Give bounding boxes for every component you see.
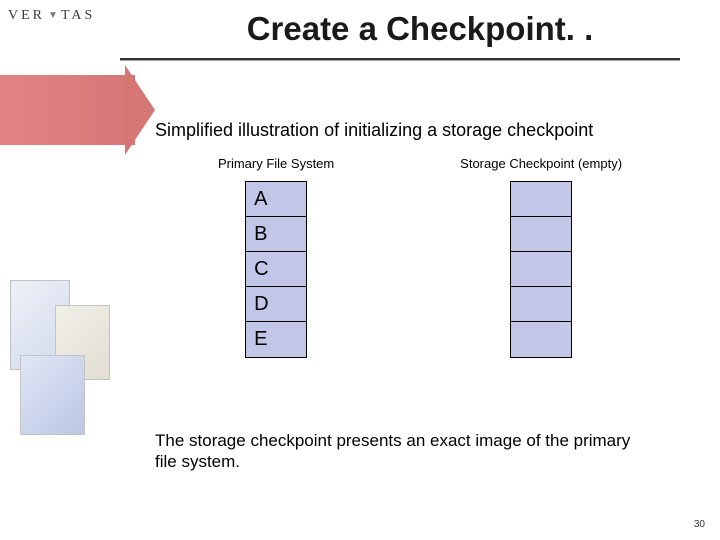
checkpoint-cell [511,217,571,252]
checkpoint-cell [511,182,571,217]
brand-text: VERTAS [8,8,95,23]
brand-logo: VERTAS [8,6,118,24]
page-title: Create a Checkpoint. . [150,10,690,48]
diagram-row: Primary File System A B C D E Storage Ch… [155,156,685,358]
checkpoint-stack [510,181,572,358]
primary-column: Primary File System A B C D E [218,156,334,358]
background-decoration [0,0,140,540]
red-arrow-graphic [0,75,135,145]
primary-stack: A B C D E [245,181,307,358]
primary-cell: A [246,182,306,217]
checkpoint-column: Storage Checkpoint (empty) [460,156,622,358]
slide-content: Simplified illustration of initializing … [155,120,685,358]
checkpoint-cell [511,322,571,357]
brand-mark-icon [46,9,60,23]
abstract-blocks-graphic [0,270,140,450]
checkpoint-label: Storage Checkpoint (empty) [460,156,622,171]
primary-label: Primary File System [218,156,334,171]
checkpoint-cell [511,252,571,287]
primary-cell: C [246,252,306,287]
primary-cell: B [246,217,306,252]
subtitle-text: Simplified illustration of initializing … [155,120,685,141]
title-divider [120,58,680,61]
slide-number: 30 [694,519,705,530]
checkpoint-cell [511,287,571,322]
primary-cell: D [246,287,306,322]
primary-cell: E [246,322,306,357]
footer-text: The storage checkpoint presents an exact… [155,430,655,473]
